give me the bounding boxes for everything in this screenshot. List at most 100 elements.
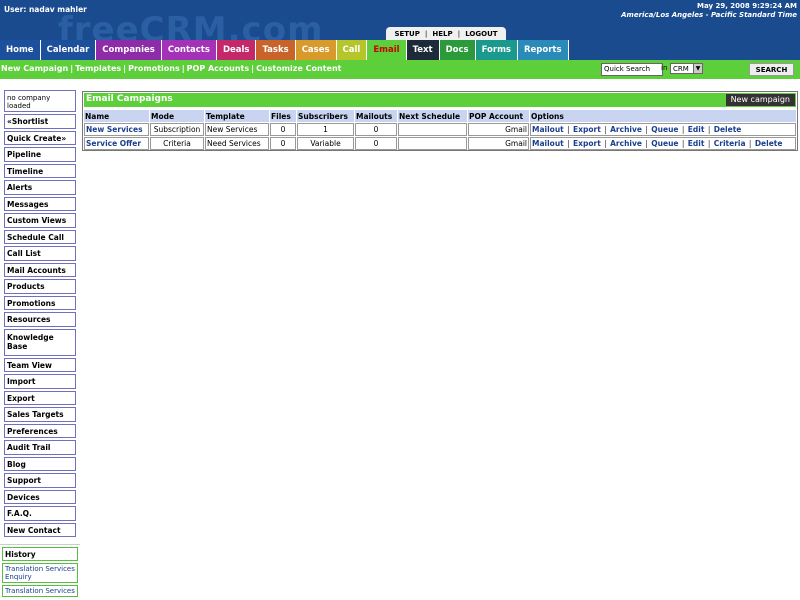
sidebar-item-products[interactable]: Products bbox=[4, 279, 76, 294]
separator: | bbox=[705, 125, 713, 134]
separator: | bbox=[564, 125, 573, 134]
sidebar-item-promotions[interactable]: Promotions bbox=[4, 295, 76, 310]
column-header-subscribers: Subscribers bbox=[297, 110, 354, 122]
tab-cases[interactable]: Cases bbox=[295, 40, 337, 60]
option-queue-link[interactable]: Queue bbox=[651, 139, 678, 148]
option-edit-link[interactable]: Edit bbox=[688, 125, 705, 134]
top-links: SETUP | HELP | LOGOUT bbox=[386, 27, 506, 40]
tab-call[interactable]: Call bbox=[336, 40, 368, 60]
sidebar-item-sales-targets[interactable]: Sales Targets bbox=[4, 407, 76, 422]
option-mailout-link[interactable]: Mailout bbox=[532, 125, 564, 134]
sidebar-item-preferences[interactable]: Preferences bbox=[4, 423, 76, 438]
separator: | bbox=[642, 125, 651, 134]
column-header-mailouts: Mailouts bbox=[355, 110, 397, 122]
search-button[interactable]: SEARCH bbox=[749, 63, 794, 76]
sidebar-item-team-view[interactable]: Team View bbox=[4, 357, 76, 372]
search-scope-value: CRM bbox=[673, 65, 689, 73]
sidebar-item-custom-views[interactable]: Custom Views bbox=[4, 213, 76, 228]
cell-mode: Subscription bbox=[150, 123, 204, 136]
column-header-name: Name bbox=[84, 110, 149, 122]
subnav-pop-accounts[interactable]: POP Accounts bbox=[187, 64, 249, 73]
new-campaign-button[interactable]: New campaign bbox=[725, 94, 795, 106]
email-campaigns-panel: Email Campaigns New campaign Name Mode Tem… bbox=[82, 91, 798, 151]
tab-tasks[interactable]: Tasks bbox=[256, 40, 296, 60]
subnav-new-campaign[interactable]: New Campaign bbox=[1, 64, 68, 73]
options-cell: Mailout | Export | Archive | Queue | Edi… bbox=[530, 137, 796, 150]
tab-deals[interactable]: Deals bbox=[216, 40, 257, 60]
sidebar-item-timeline[interactable]: Timeline bbox=[4, 163, 76, 178]
sidebar-item-call-list[interactable]: Call List bbox=[4, 246, 76, 261]
table-header-row: Name Mode Template Files Subscribers Mailouts… bbox=[84, 110, 796, 122]
current-user: User: nadav mahler bbox=[4, 5, 87, 14]
setup-link[interactable]: SETUP bbox=[389, 30, 424, 38]
campaigns-table: Name Mode Template Files Subscribers Mailouts… bbox=[83, 109, 797, 151]
sidebar-item-audit-trail[interactable]: Audit Trail bbox=[4, 440, 76, 455]
help-link[interactable]: HELP bbox=[427, 30, 457, 38]
table-body: New Services Subscription New Services 0 1 0 G… bbox=[84, 123, 796, 150]
no-company-loaded: no company loaded bbox=[4, 90, 76, 112]
column-header-template: Template bbox=[205, 110, 269, 122]
option-delete-link[interactable]: Delete bbox=[755, 139, 783, 148]
cell-pop: Gmail bbox=[468, 137, 529, 150]
option-export-link[interactable]: Export bbox=[573, 139, 601, 148]
subnav-promotions[interactable]: Promotions bbox=[128, 64, 180, 73]
sidebar-item-resources[interactable]: Resources bbox=[4, 312, 76, 327]
tab-home[interactable]: Home bbox=[0, 40, 41, 60]
separator: | bbox=[181, 64, 185, 73]
option-delete-link[interactable]: Delete bbox=[714, 125, 742, 134]
sidebar-item-blog[interactable]: Blog bbox=[4, 456, 76, 471]
column-header-next-schedule: Next Schedule bbox=[398, 110, 467, 122]
sidebar-item-export[interactable]: Export bbox=[4, 390, 76, 405]
sidebar-item-import[interactable]: Import bbox=[4, 374, 76, 389]
tab-email[interactable]: Email bbox=[367, 40, 407, 60]
tab-forms[interactable]: Forms bbox=[475, 40, 518, 60]
cell-next bbox=[398, 123, 467, 136]
tab-calendar[interactable]: Calendar bbox=[40, 40, 97, 60]
sidebar-item-messages[interactable]: Messages bbox=[4, 196, 76, 211]
sidebar-item-quick-create[interactable]: Quick Create» bbox=[4, 130, 76, 145]
sidebar-item-f-a-q[interactable]: F.A.Q. bbox=[4, 506, 76, 521]
campaign-name-link[interactable]: Service Offer bbox=[86, 139, 141, 148]
sidebar-item-knowledge-base[interactable]: Knowledge Base bbox=[4, 328, 76, 356]
table-row: New Services Subscription New Services 0 1 0 G… bbox=[84, 123, 796, 136]
option-export-link[interactable]: Export bbox=[573, 125, 601, 134]
history-label: History bbox=[2, 547, 78, 561]
sidebar-item-devices[interactable]: Devices bbox=[4, 489, 76, 504]
tab-companies[interactable]: Companies bbox=[96, 40, 162, 60]
tab-docs[interactable]: Docs bbox=[439, 40, 476, 60]
separator: | bbox=[746, 139, 754, 148]
sidebar-item-new-contact[interactable]: New Contact bbox=[4, 522, 76, 537]
campaign-name-link[interactable]: New Services bbox=[86, 125, 143, 134]
tab-text[interactable]: Text bbox=[406, 40, 440, 60]
separator: | bbox=[601, 125, 610, 134]
logout-link[interactable]: LOGOUT bbox=[460, 30, 502, 38]
sidebar-item-pipeline[interactable]: Pipeline bbox=[4, 147, 76, 162]
sidebar-item-shortlist[interactable]: «Shortlist bbox=[4, 114, 76, 129]
cell-mailouts: 0 bbox=[355, 137, 397, 150]
tab-contacts[interactable]: Contacts bbox=[161, 40, 217, 60]
cell-files: 0 bbox=[270, 137, 296, 150]
search-in-label: in bbox=[661, 64, 668, 72]
tab-reports[interactable]: Reports bbox=[518, 40, 569, 60]
history-item[interactable]: Translation Services bbox=[2, 585, 78, 597]
history-item[interactable]: Translation Services Enquiry bbox=[2, 563, 78, 583]
separator: | bbox=[679, 125, 687, 134]
option-mailout-link[interactable]: Mailout bbox=[532, 139, 564, 148]
datetime-display: May 29, 2008 9:29:24 AM America/Los Ange… bbox=[621, 2, 797, 20]
option-archive-link[interactable]: Archive bbox=[610, 139, 642, 148]
campaign-name-cell: New Services bbox=[84, 123, 149, 136]
subnav-customize-content[interactable]: Customize Content bbox=[256, 64, 341, 73]
options-cell: Mailout | Export | Archive | Queue | Edi… bbox=[530, 123, 796, 136]
sidebar-item-mail-accounts[interactable]: Mail Accounts bbox=[4, 262, 76, 277]
option-criteria-link[interactable]: Criteria bbox=[714, 139, 746, 148]
option-queue-link[interactable]: Queue bbox=[651, 125, 678, 134]
option-archive-link[interactable]: Archive bbox=[610, 125, 642, 134]
sidebar-item-support[interactable]: Support bbox=[4, 473, 76, 488]
option-edit-link[interactable]: Edit bbox=[688, 139, 705, 148]
sidebar-item-schedule-call[interactable]: Schedule Call bbox=[4, 229, 76, 244]
sidebar-item-alerts[interactable]: Alerts bbox=[4, 180, 76, 195]
quick-search-input[interactable]: Quick Search bbox=[601, 63, 663, 76]
search-scope-select[interactable]: CRM ▼ bbox=[670, 63, 703, 74]
subnav-templates[interactable]: Templates bbox=[75, 64, 121, 73]
cell-files: 0 bbox=[270, 123, 296, 136]
